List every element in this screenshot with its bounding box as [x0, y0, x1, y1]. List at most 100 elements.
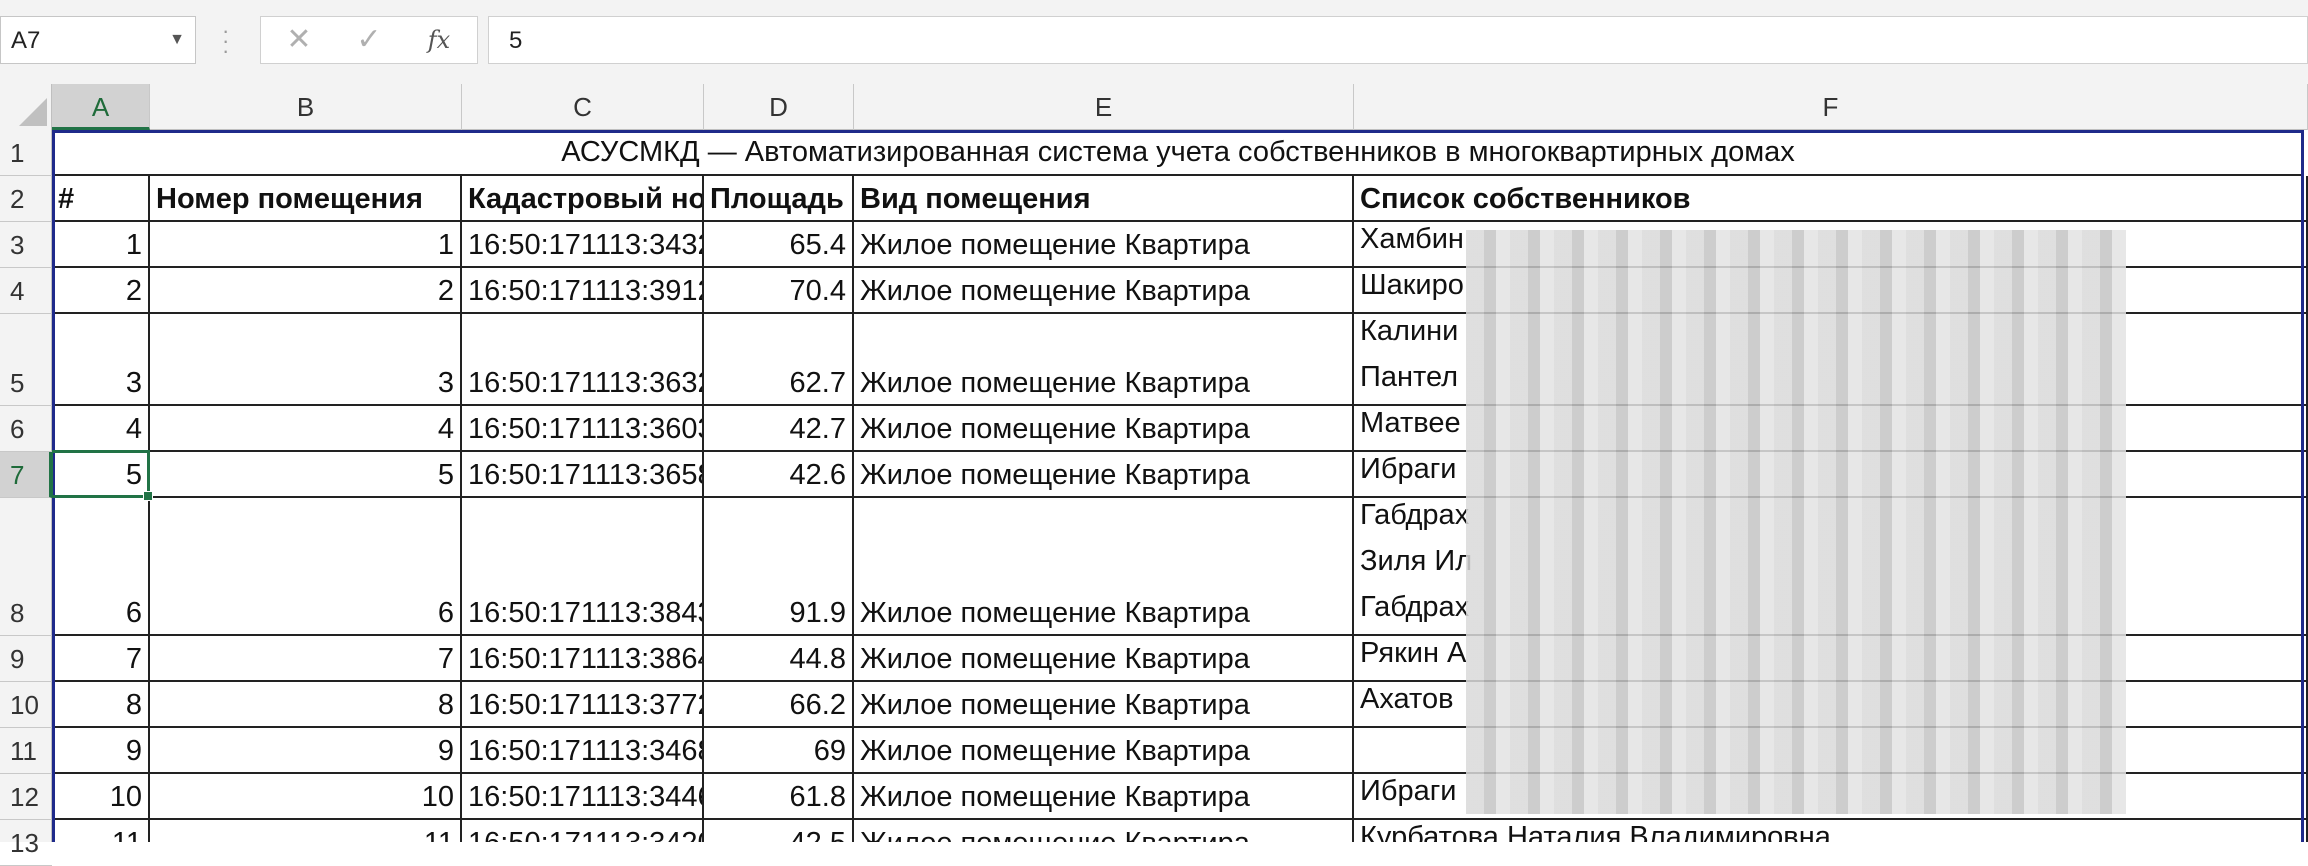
row-header-11[interactable]: 11 — [0, 728, 52, 774]
name-box[interactable]: A7 ▼ — [0, 16, 196, 64]
column-header-c[interactable]: C — [462, 84, 704, 130]
data-cell[interactable]: 9 — [150, 728, 462, 774]
data-cell[interactable]: 1 — [52, 222, 150, 268]
data-cell[interactable]: 69 — [704, 728, 854, 774]
data-cell[interactable]: 7 — [52, 636, 150, 682]
data-cell[interactable]: 4 — [150, 406, 462, 452]
column-header-b[interactable]: B — [150, 84, 462, 130]
header-cell[interactable]: Площадь — [704, 176, 854, 222]
data-cell[interactable]: 5 — [150, 452, 462, 498]
data-cell[interactable]: 9 — [52, 728, 150, 774]
cancel-icon[interactable]: ✕ — [279, 25, 319, 55]
row-header-7[interactable]: 7 — [0, 452, 52, 498]
column-header-d[interactable]: D — [704, 84, 854, 130]
insert-function-icon[interactable]: fx — [419, 25, 459, 55]
row-header-13[interactable]: 13 — [0, 820, 52, 866]
data-cell-value: Жилое помещение Квартира — [860, 597, 1250, 629]
enter-icon[interactable]: ✓ — [349, 25, 389, 55]
row-header-9[interactable]: 9 — [0, 636, 52, 682]
data-cell[interactable]: 62.7 — [704, 314, 854, 406]
data-cell-value: Жилое помещение Квартира — [860, 643, 1250, 675]
data-cell[interactable]: Жилое помещение Квартира — [854, 222, 1354, 268]
data-cell[interactable]: 16:50:171113:3632 — [462, 314, 704, 406]
data-cell[interactable]: 16:50:171113:3432 — [462, 222, 704, 268]
data-cell[interactable]: 16:50:171113:3912 — [462, 268, 704, 314]
row-header-10[interactable]: 10 — [0, 682, 52, 728]
data-cell[interactable]: 16:50:171113:3772 — [462, 682, 704, 728]
column-header-a[interactable]: A — [52, 84, 150, 130]
worksheet-grid[interactable]: АСУСМКД — Автоматизированная система уче… — [52, 130, 2308, 842]
data-cell[interactable]: 11 — [52, 820, 150, 842]
data-cell[interactable]: 8 — [150, 682, 462, 728]
data-cell-value: 1 — [437, 229, 454, 261]
data-cell[interactable]: 16:50:171113:3446 — [462, 774, 704, 820]
owner-name: Хамбин — [1360, 223, 1464, 255]
data-cell[interactable]: 8 — [52, 682, 150, 728]
data-cell[interactable]: 42.5 — [704, 820, 854, 842]
row-header-8[interactable]: 8 — [0, 498, 52, 636]
data-cell[interactable]: 6 — [52, 498, 150, 636]
data-cell-value: 5 — [437, 459, 454, 491]
owner-name: Рякин А — [1360, 637, 1467, 669]
data-cell[interactable]: Жилое помещение Квартира — [854, 728, 1354, 774]
data-cell[interactable]: 5 — [52, 452, 150, 498]
data-cell[interactable]: Жилое помещение Квартира — [854, 452, 1354, 498]
data-cell[interactable]: Жилое помещение Квартира — [854, 268, 1354, 314]
data-cell[interactable]: 6 — [150, 498, 462, 636]
formula-input[interactable]: 5 — [488, 16, 2308, 64]
row-header-3[interactable]: 3 — [0, 222, 52, 268]
header-cell[interactable]: # — [52, 176, 150, 222]
data-cell[interactable]: 16:50:171113:3843 — [462, 498, 704, 636]
data-cell[interactable]: Жилое помещение Квартира — [854, 314, 1354, 406]
data-cell[interactable]: 66.2 — [704, 682, 854, 728]
data-cell[interactable]: 16:50:171113:3468 — [462, 728, 704, 774]
column-header-f[interactable]: F — [1354, 84, 2308, 130]
sheet-title[interactable]: АСУСМКД — Автоматизированная система уче… — [52, 130, 2304, 176]
data-cell-value: 11 — [112, 827, 142, 842]
data-cell-value: 4 — [437, 413, 454, 445]
data-cell[interactable]: 2 — [150, 268, 462, 314]
data-cell[interactable]: 44.8 — [704, 636, 854, 682]
data-cell[interactable]: Жилое помещение Квартира — [854, 636, 1354, 682]
header-cell[interactable]: Список собственников — [1354, 176, 2308, 222]
data-cell[interactable]: Жилое помещение Квартира — [854, 682, 1354, 728]
data-cell[interactable]: 4 — [52, 406, 150, 452]
data-cell[interactable]: 42.7 — [704, 406, 854, 452]
header-cell[interactable]: Вид помещения — [854, 176, 1354, 222]
data-cell[interactable]: 61.8 — [704, 774, 854, 820]
data-cell[interactable]: 7 — [150, 636, 462, 682]
data-cell[interactable]: Жилое помещение Квартира — [854, 774, 1354, 820]
data-cell[interactable]: 10 — [52, 774, 150, 820]
data-cell[interactable]: Жилое помещение Квартира — [854, 498, 1354, 636]
data-cell[interactable]: Жилое помещение Квартира — [854, 820, 1354, 842]
header-cell[interactable]: Кадастровый номер — [462, 176, 704, 222]
data-cell[interactable]: 65.4 — [704, 222, 854, 268]
data-cell[interactable]: Жилое помещение Квартира — [854, 406, 1354, 452]
row-header-2[interactable]: 2 — [0, 176, 52, 222]
data-cell[interactable]: 16:50:171113:3420 — [462, 820, 704, 842]
data-cell[interactable]: 42.6 — [704, 452, 854, 498]
data-cell[interactable]: 3 — [150, 314, 462, 406]
row-header-1[interactable]: 1 — [0, 130, 52, 176]
data-cell[interactable]: 91.9 — [704, 498, 854, 636]
data-cell[interactable]: 10 — [150, 774, 462, 820]
data-cell[interactable]: 1 — [150, 222, 462, 268]
column-header-e[interactable]: E — [854, 84, 1354, 130]
drag-handle-icon[interactable]: · · · — [222, 20, 229, 62]
data-cell[interactable]: 16:50:171113:3864 — [462, 636, 704, 682]
data-cell[interactable]: 16:50:171113:3603 — [462, 406, 704, 452]
row-header-12[interactable]: 12 — [0, 774, 52, 820]
row-header-6[interactable]: 6 — [0, 406, 52, 452]
row-header-5[interactable]: 5 — [0, 314, 52, 406]
data-cell[interactable]: 16:50:171113:3658 — [462, 452, 704, 498]
row-header-4[interactable]: 4 — [0, 268, 52, 314]
header-cell[interactable]: Номер помещения — [150, 176, 462, 222]
data-cell[interactable]: 70.4 — [704, 268, 854, 314]
chevron-down-icon[interactable]: ▼ — [169, 31, 185, 49]
data-cell[interactable]: 2 — [52, 268, 150, 314]
select-all-button[interactable] — [0, 84, 52, 130]
data-cell-value: 7 — [437, 643, 454, 675]
owners-cell[interactable]: Курбатова Наталия Владимировна — [1354, 820, 2308, 842]
data-cell[interactable]: 11 — [150, 820, 462, 842]
data-cell[interactable]: 3 — [52, 314, 150, 406]
